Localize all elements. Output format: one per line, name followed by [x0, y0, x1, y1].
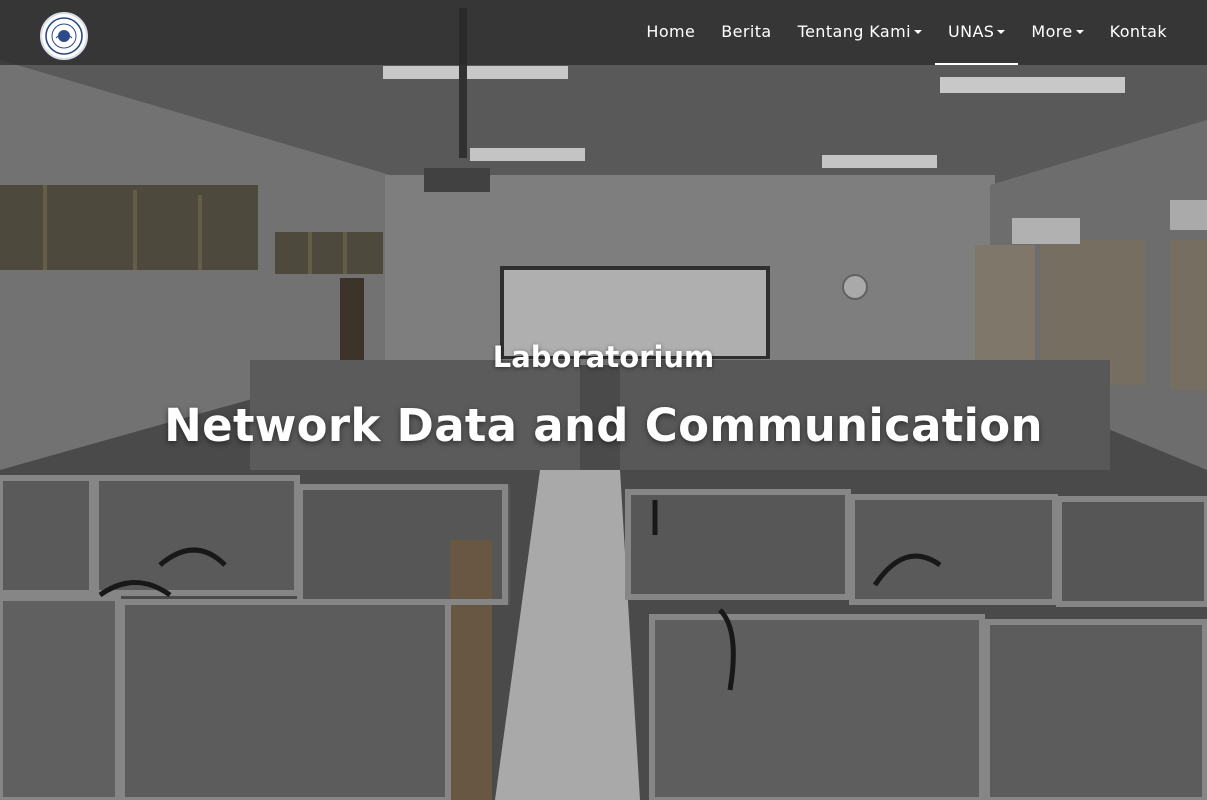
nav-item-unas[interactable]: UNAS	[934, 0, 1019, 65]
nav-item-home[interactable]: Home	[633, 0, 708, 65]
main-nav: Home Berita Tentang Kami UNAS More Konta…	[633, 0, 1180, 65]
nav-item-label: Tentang Kami	[797, 22, 911, 41]
hero-subtitle: Laboratorium	[492, 340, 715, 374]
caret-down-icon	[997, 30, 1006, 34]
nav-item-label: Berita	[721, 22, 772, 41]
nav-item-berita[interactable]: Berita	[708, 0, 784, 65]
nav-item-tentang-kami[interactable]: Tentang Kami	[785, 0, 935, 65]
nav-item-label: Home	[646, 22, 696, 41]
nav-item-label: Kontak	[1109, 22, 1167, 41]
nav-item-more[interactable]: More	[1018, 0, 1096, 65]
top-navbar: Home Berita Tentang Kami UNAS More Konta…	[0, 0, 1207, 65]
nav-item-label: UNAS	[947, 22, 995, 41]
caret-down-icon	[913, 30, 922, 34]
hero-title: Network Data and Communication	[164, 399, 1043, 452]
university-seal-icon[interactable]	[40, 12, 88, 60]
nav-item-kontak[interactable]: Kontak	[1097, 0, 1180, 65]
nav-item-label: More	[1031, 22, 1073, 41]
caret-down-icon	[1075, 30, 1084, 34]
